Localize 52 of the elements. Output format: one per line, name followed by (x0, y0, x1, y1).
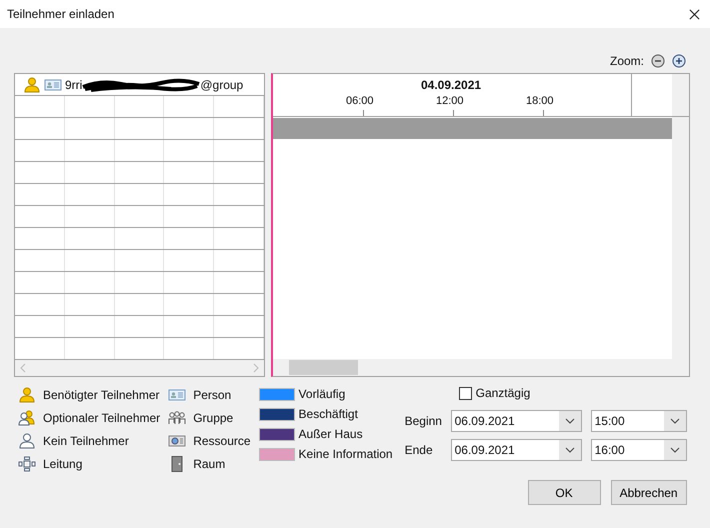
ok-button[interactable]: OK (528, 480, 601, 505)
checkbox-label: Ganztägig (476, 386, 530, 400)
legend-label: Beschäftigt (298, 407, 358, 421)
horizontal-scrollbar[interactable] (273, 359, 689, 376)
legend-label: Optionaler Teilnehmer (43, 410, 160, 424)
chevron-down-icon (670, 418, 680, 424)
people-icon (18, 410, 36, 426)
legend-label: Außer Haus (298, 427, 363, 441)
vertical-scrollbar[interactable] (672, 117, 689, 359)
contact-card-icon (44, 76, 62, 92)
table-icon (18, 456, 36, 472)
chevron-right-icon[interactable] (253, 363, 259, 373)
legend-label: Kein Teilnehmer (43, 434, 129, 448)
time-dropdown[interactable]: 16:00 (590, 439, 687, 461)
field-label: Ende (404, 443, 434, 457)
group-icon (168, 410, 186, 426)
legend-label: Raum (193, 456, 226, 470)
hour-label: 06:00 (346, 95, 374, 107)
vertical-scrollbar[interactable] (672, 74, 689, 116)
date-dropdown[interactable]: 06.09.2021 (450, 410, 582, 432)
date-label: 04.09.2021 (421, 78, 482, 92)
legend-label: Person (193, 388, 232, 402)
chevron-down-icon (670, 447, 680, 453)
close-icon[interactable] (689, 8, 700, 20)
chevron-left-icon[interactable] (20, 363, 26, 373)
window-title: Teilnehmer einladen (7, 7, 114, 21)
contact-card-icon (168, 386, 186, 402)
projector-icon (168, 432, 186, 448)
legend-label: Keine Information (298, 447, 393, 461)
zoom-out-icon[interactable] (651, 54, 665, 68)
horizontal-scrollbar[interactable] (15, 360, 264, 376)
time-dropdown[interactable]: 15:00 (590, 410, 687, 432)
legend-label: Leitung (43, 456, 82, 470)
attendee-name: @group (200, 78, 244, 92)
zoom-label: Zoom: (610, 54, 644, 68)
chevron-down-icon (564, 418, 575, 424)
legend-label: Ressource (193, 434, 251, 448)
legend-label: Gruppe (193, 410, 234, 424)
attendee-name: 9rri (65, 78, 82, 92)
date-dropdown[interactable]: 06.09.2021 (450, 439, 582, 461)
person-icon (18, 386, 36, 402)
zoom-in-icon[interactable] (672, 54, 686, 68)
chevron-down-icon (564, 447, 575, 453)
hour-label: 18:00 (526, 95, 554, 107)
hour-label: 12:00 (436, 95, 464, 107)
legend-label: Benötigter Teilnehmer (43, 388, 160, 402)
person-icon (23, 76, 41, 92)
field-label: Beginn (404, 414, 443, 428)
checkbox[interactable] (458, 386, 472, 400)
cancel-button[interactable]: Abbrechen (610, 480, 687, 505)
legend-label: Vorläufig (298, 387, 346, 401)
person-icon (18, 432, 36, 448)
